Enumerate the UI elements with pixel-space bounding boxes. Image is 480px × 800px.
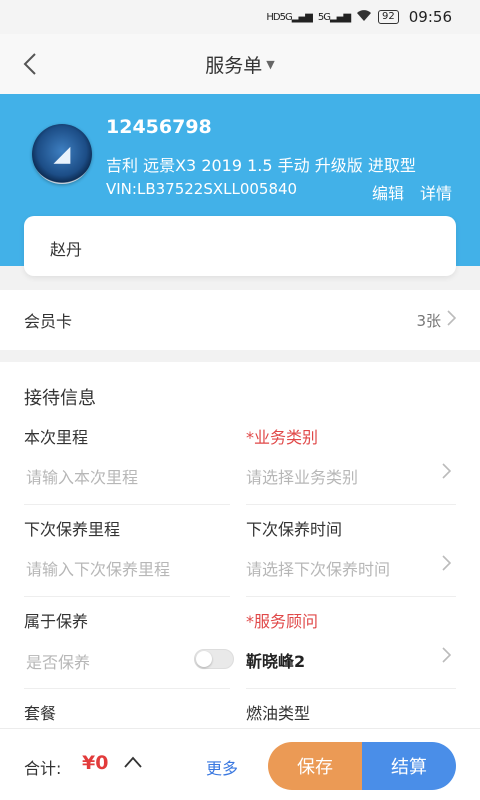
total-label: 合计: — [24, 759, 62, 778]
status-bar: HD5G▂▄▆ 5G▂▄▆ 92 09:56 — [0, 0, 480, 34]
mileage-label: 本次里程 — [24, 428, 89, 447]
business-type-label: *业务类别 — [246, 428, 319, 447]
toggle-knob — [196, 651, 212, 667]
page-title: 服务单 — [205, 54, 263, 77]
nav-bar: 服务单 ▼ — [0, 34, 480, 94]
save-button[interactable]: 保存 — [268, 742, 362, 790]
divider — [24, 688, 230, 689]
signal-icon: HD5G▂▄▆ — [266, 11, 312, 23]
divider — [246, 688, 456, 689]
member-card-label: 会员卡 — [24, 312, 73, 331]
clock: 09:56 — [408, 8, 452, 26]
customer-name: 赵丹 — [50, 240, 83, 259]
chevron-right-icon — [442, 555, 452, 576]
divider — [24, 504, 230, 505]
chevron-right-icon — [447, 309, 457, 331]
member-card-count: 3张 — [416, 311, 441, 330]
divider — [24, 596, 230, 597]
divider — [246, 596, 456, 597]
maintenance-hint: 是否保养 — [26, 653, 91, 672]
edit-car-link[interactable]: 编辑 — [372, 180, 404, 204]
member-card-row[interactable]: 会员卡 3张 — [0, 290, 480, 350]
settle-button[interactable]: 结算 — [362, 742, 456, 790]
business-type-select[interactable]: 请选择业务类别 — [246, 464, 446, 488]
next-time-select[interactable]: 请选择下次保养时间 — [246, 556, 436, 580]
fuel-type-label[interactable]: 燃油类型 — [246, 700, 310, 724]
bottom-action-bar: 合计: ¥0 更多 保存 结算 — [0, 728, 480, 800]
package-label[interactable]: 套餐 — [24, 700, 56, 724]
caret-down-icon: ▼ — [266, 57, 275, 71]
maintenance-label: 属于保养 — [24, 612, 89, 631]
car-plate: 12456798 — [106, 116, 212, 138]
advisor-label: *服务顾问 — [246, 612, 319, 631]
wifi-icon — [356, 9, 372, 26]
chevron-up-icon[interactable] — [124, 749, 142, 774]
car-brand-logo: ◢ — [32, 124, 92, 184]
mileage-input[interactable]: 请输入本次里程 — [26, 464, 226, 488]
signal-icon-2: 5G▂▄▆ — [317, 11, 351, 23]
chevron-right-icon — [442, 647, 452, 668]
section-title: 接待信息 — [24, 388, 96, 409]
next-time-label: 下次保养时间 — [246, 520, 343, 539]
car-vin: VIN:LB37522SXLL005840 — [106, 180, 298, 198]
maintenance-toggle[interactable] — [194, 649, 234, 669]
customer-card[interactable]: 赵丹 — [24, 216, 456, 276]
advisor-value[interactable]: 靳晓峰2 — [246, 648, 305, 672]
chevron-right-icon — [442, 463, 452, 484]
battery-icon: 92 — [378, 10, 399, 24]
more-link[interactable]: 更多 — [206, 755, 238, 779]
next-mileage-input[interactable]: 请输入下次保养里程 — [26, 556, 226, 580]
total-amount: ¥0 — [82, 752, 109, 774]
back-icon[interactable] — [16, 50, 44, 78]
divider — [246, 504, 456, 505]
next-mileage-label: 下次保养里程 — [24, 520, 121, 539]
car-detail-link[interactable]: 详情 — [420, 180, 452, 204]
reception-section: 接待信息 本次里程 *业务类别 请输入本次里程 请选择业务类别 下次保养里程 下… — [0, 362, 480, 728]
page-title-dropdown[interactable]: 服务单 ▼ — [205, 51, 274, 78]
car-model: 吉利 远景X3 2019 1.5 手动 升级版 进取型 — [106, 156, 416, 175]
